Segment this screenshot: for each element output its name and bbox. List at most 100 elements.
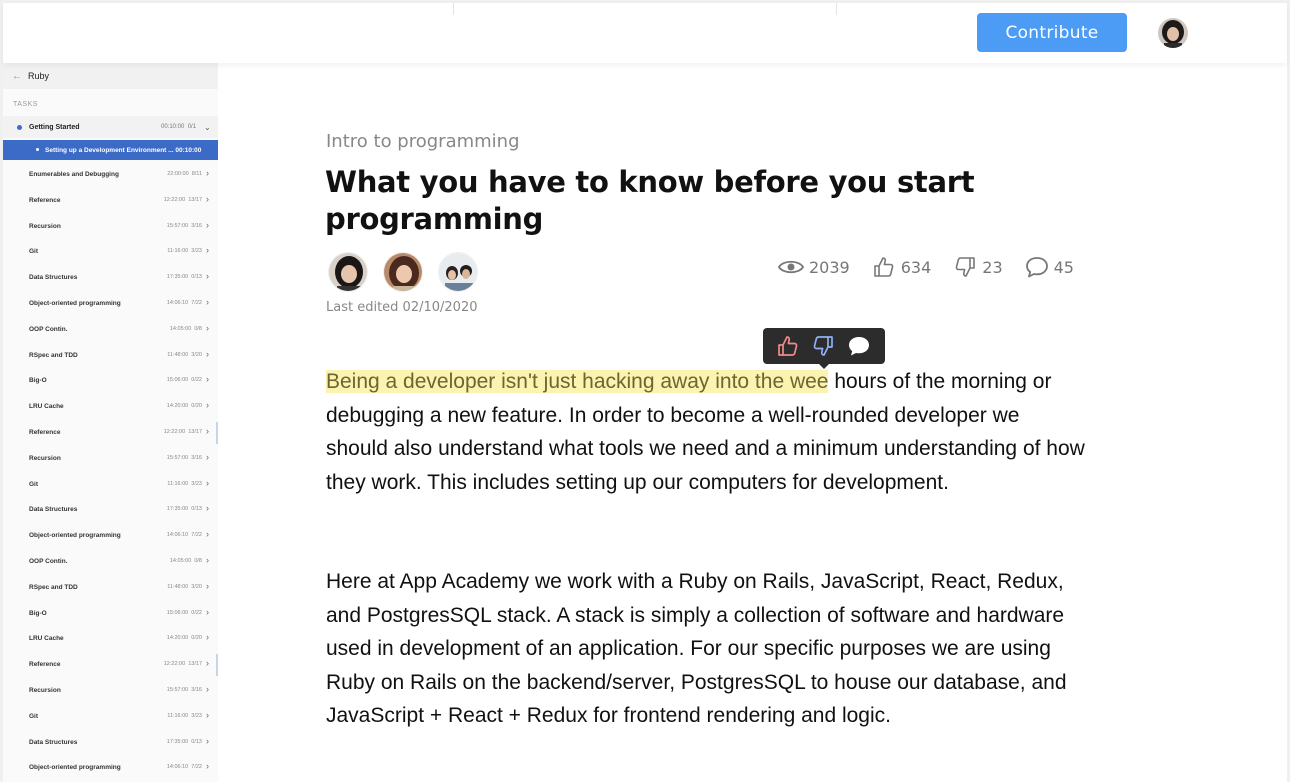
sidebar-item-label: OOP Contin. bbox=[29, 557, 68, 565]
avatar[interactable] bbox=[438, 252, 478, 292]
sidebar-item-label: Git bbox=[29, 248, 39, 256]
views-stat: 2039 bbox=[778, 258, 850, 277]
sidebar-item[interactable]: Reference 12:22:00 13/17 › bbox=[3, 420, 218, 446]
sidebar-item-active[interactable]: Setting up a Development Environment ...… bbox=[3, 140, 218, 160]
group-label: Getting Started bbox=[29, 123, 80, 131]
sidebar-item-meta: 17:35:00 0/13 bbox=[166, 738, 202, 745]
thumbs-up-icon[interactable] bbox=[776, 334, 800, 358]
sidebar-item-meta: 15:57:00 3/16 bbox=[166, 222, 202, 229]
sidebar-item[interactable]: Recursion 15:57:00 3/16 › bbox=[3, 678, 218, 704]
sidebar-item[interactable]: Object-oriented programming 14:06:10 7/22… bbox=[3, 291, 218, 317]
sidebar-item[interactable]: Recursion 15:57:00 3/16 › bbox=[3, 214, 218, 240]
paragraph: Here at App Academy we work with a Ruby … bbox=[326, 570, 1067, 727]
views-count: 2039 bbox=[809, 257, 850, 277]
sidebar-item[interactable]: LRU Cache 14:20:00 0/20 › bbox=[3, 394, 218, 420]
user-avatar[interactable] bbox=[1158, 18, 1188, 48]
highlighted-text[interactable]: Being a developer isn't just hacking awa… bbox=[326, 370, 829, 393]
sidebar-item-label: Data Structures bbox=[29, 738, 78, 746]
dislike-button[interactable]: 23 bbox=[953, 255, 1003, 279]
sidebar-item-label: Recursion bbox=[29, 454, 61, 462]
chevron-right-icon: › bbox=[206, 193, 209, 204]
course-label: Ruby bbox=[28, 71, 50, 81]
likes-count: 634 bbox=[900, 257, 932, 277]
chevron-right-icon: › bbox=[206, 451, 209, 462]
sidebar-item-label: Recursion bbox=[29, 222, 61, 230]
sidebar-item[interactable]: OOP Contin. 14:05:00 0/8 › bbox=[3, 317, 218, 343]
breadcrumb[interactable]: Intro to programming bbox=[326, 131, 520, 152]
avatar[interactable] bbox=[328, 252, 368, 292]
sidebar-item-meta: 14:06:10 7/22 bbox=[166, 764, 202, 771]
chevron-right-icon: › bbox=[206, 271, 209, 282]
app-window: Contribute ← Ruby TASKS Getting Started … bbox=[0, 0, 1290, 782]
sidebar-item-label: Big-O bbox=[29, 377, 47, 385]
sidebar-item-meta: 15:57:00 3/16 bbox=[166, 686, 202, 693]
sidebar-item[interactable]: Big-O 15:06:00 0/22 › bbox=[3, 601, 218, 627]
chevron-right-icon: › bbox=[206, 761, 209, 772]
like-button[interactable]: 634 bbox=[872, 255, 932, 279]
back-arrow-icon: ← bbox=[12, 70, 22, 82]
sidebar-item-label: Git bbox=[29, 712, 39, 720]
last-edited: Last edited 02/10/2020 bbox=[326, 300, 478, 315]
thumbs-down-icon[interactable] bbox=[811, 334, 835, 358]
eye-icon bbox=[778, 260, 804, 274]
sidebar-item-meta: 15:57:00 3/16 bbox=[166, 454, 202, 461]
sidebar-item-label: LRU Cache bbox=[29, 403, 64, 411]
sidebar-item-label: Recursion bbox=[29, 686, 61, 694]
sidebar-item-label: OOP Contin. bbox=[29, 325, 68, 333]
sidebar-item[interactable]: Git 11:16:00 3/23 › bbox=[3, 704, 218, 730]
sidebar-group-getting-started[interactable]: Getting Started 00:10:00 0/1 ⌄ bbox=[3, 116, 218, 138]
sidebar-item[interactable]: Recursion 15:57:00 3/16 › bbox=[3, 446, 218, 472]
sidebar-item[interactable]: Reference 12:22:00 13/17 › bbox=[3, 652, 218, 678]
sidebar-item-meta: 15:06:00 0/22 bbox=[166, 609, 202, 616]
sidebar-item[interactable]: Big-O 15:06:00 0/22 › bbox=[3, 368, 218, 394]
sidebar-item[interactable]: Object-oriented programming 14:06:10 7/22… bbox=[3, 523, 218, 549]
sidebar-item-meta: 12:22:00 13/17 bbox=[163, 196, 202, 203]
comment-icon[interactable] bbox=[846, 335, 872, 357]
sidebar-item[interactable]: Data Structures 17:35:00 0/13 › bbox=[3, 730, 218, 756]
sidebar-item-meta: 22:00:00 8/11 bbox=[167, 171, 202, 177]
chevron-down-icon: ⌄ bbox=[204, 122, 211, 132]
sidebar-item-meta: 17:35:00 0/13 bbox=[166, 506, 202, 513]
comments-button[interactable]: 45 bbox=[1025, 256, 1074, 278]
divider bbox=[836, 3, 837, 15]
sidebar: ← Ruby TASKS Getting Started 00:10:00 0/… bbox=[3, 63, 218, 782]
thumbs-down-icon bbox=[955, 257, 976, 277]
sidebar-item[interactable]: Object-oriented programming 14:06:10 7/22… bbox=[3, 755, 218, 781]
sidebar-item-label: Object-oriented programming bbox=[29, 532, 121, 540]
sidebar-item-label: Reference bbox=[29, 196, 61, 204]
sidebar-item-meta: 11:16:00 3/23 bbox=[167, 248, 202, 255]
chevron-right-icon: › bbox=[206, 503, 209, 514]
chevron-right-icon: › bbox=[206, 632, 209, 643]
sidebar-item[interactable]: Git 11:16:00 3/23 › bbox=[3, 239, 218, 265]
sidebar-item-meta: 14:05:00 0/8 bbox=[169, 325, 202, 332]
article-stats: 2039 634 23 45 bbox=[778, 255, 1096, 279]
sidebar-item[interactable]: Data Structures 17:35:00 0/13 › bbox=[3, 497, 218, 523]
sidebar-item[interactable]: Enumerables and Debugging 22:00:00 8/11 › bbox=[3, 162, 218, 188]
sidebar-item-meta: 12:22:00 13/17 bbox=[163, 428, 202, 435]
sidebar-item[interactable]: Reference 12:22:00 13/17 › bbox=[3, 188, 218, 214]
sidebar-item[interactable]: Data Structures 17:35:00 0/13 › bbox=[3, 265, 218, 291]
sidebar-item-meta: 11:48:00 3/20 bbox=[167, 583, 202, 590]
avatar[interactable] bbox=[383, 252, 423, 292]
contribute-button[interactable]: Contribute bbox=[977, 13, 1127, 52]
chevron-right-icon: › bbox=[206, 322, 209, 333]
sidebar-item[interactable]: Git 11:16:00 3/23 › bbox=[3, 472, 218, 498]
sidebar-item-meta: 14:05:00 0/8 bbox=[169, 557, 202, 564]
chevron-right-icon: › bbox=[206, 245, 209, 256]
selection-popover bbox=[763, 328, 885, 369]
chevron-right-icon: › bbox=[206, 554, 209, 565]
chevron-right-icon: › bbox=[206, 606, 209, 617]
sidebar-item-label: RSpec and TDD bbox=[29, 351, 78, 359]
sidebar-item-meta: 11:48:00 3/20 bbox=[167, 351, 202, 358]
sidebar-item[interactable]: RSpec and TDD 11:48:00 3/20 › bbox=[3, 343, 218, 369]
sidebar-item[interactable]: OOP Contin. 14:05:00 0/8 › bbox=[3, 549, 218, 575]
sidebar-item[interactable]: LRU Cache 14:20:00 0/20 › bbox=[3, 626, 218, 652]
sidebar-item-meta: 15:06:00 0/22 bbox=[166, 377, 202, 384]
sidebar-item[interactable]: RSpec and TDD 11:48:00 3/20 › bbox=[3, 575, 218, 601]
chevron-right-icon: › bbox=[206, 709, 209, 720]
sidebar-item-label: Data Structures bbox=[29, 274, 78, 282]
comment-icon bbox=[1025, 257, 1048, 278]
sidebar-item-label: Object-oriented programming bbox=[29, 764, 121, 772]
back-to-course[interactable]: ← Ruby bbox=[3, 63, 218, 89]
chevron-right-icon: › bbox=[206, 400, 209, 411]
